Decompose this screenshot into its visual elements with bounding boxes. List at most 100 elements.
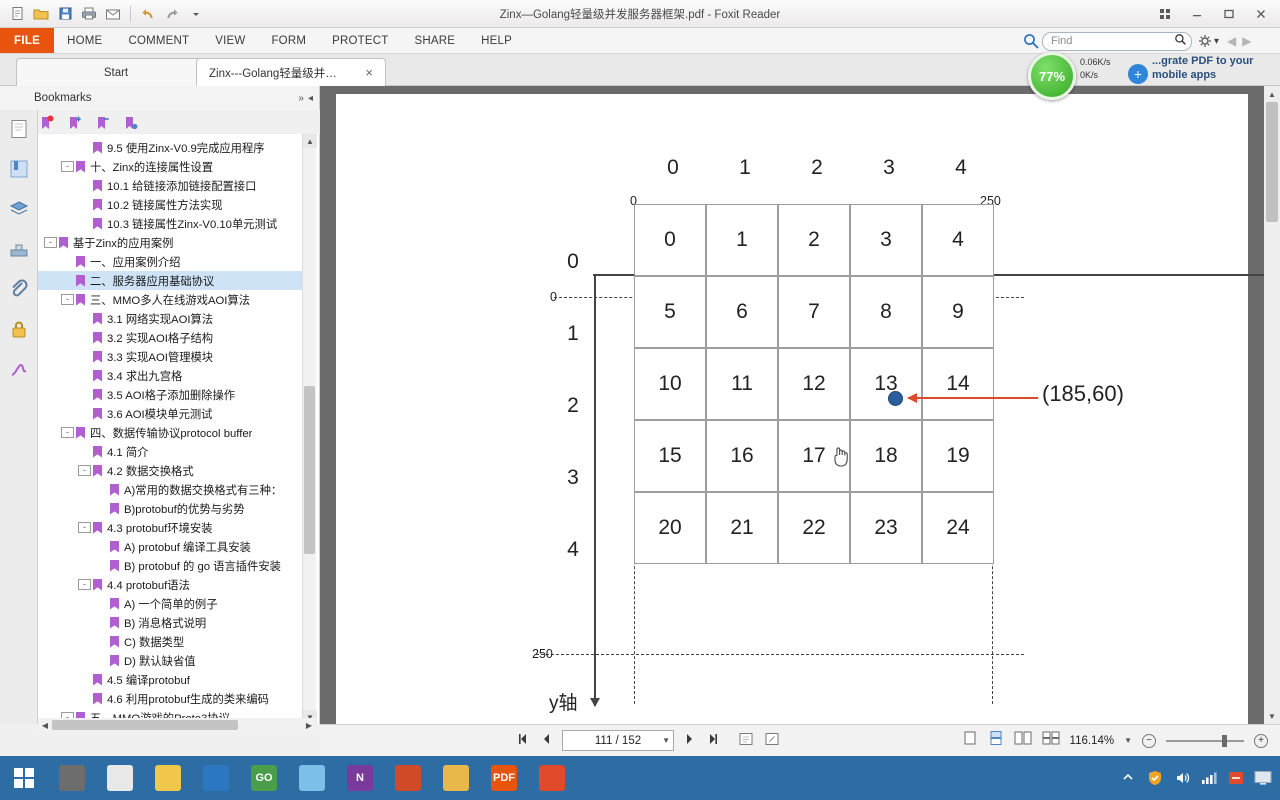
speed-percent-bubble[interactable]: 77% — [1028, 52, 1076, 100]
bookmark-item[interactable]: 3.6 AOI模块单元测试 — [38, 404, 304, 423]
magnifier-icon[interactable] — [1020, 30, 1042, 52]
bookmark-item[interactable]: A) 一个简单的例子 — [38, 594, 304, 613]
scroll-right-icon[interactable]: ▶ — [302, 718, 316, 732]
taskbar-item-explorer[interactable] — [144, 756, 192, 800]
minimize-button[interactable] — [1182, 3, 1212, 25]
collapse-toggle-icon[interactable]: - — [78, 465, 91, 476]
print-icon[interactable] — [78, 3, 100, 25]
zoom-slider[interactable] — [1166, 734, 1244, 748]
bookmark-item[interactable]: 3.3 实现AOI管理模块 — [38, 347, 304, 366]
document-viewport[interactable]: x轴 y轴 0 250 0 250 0 1 2 3 4 0 1 — [320, 86, 1264, 724]
chevron-right-icon[interactable]: ▶ — [1242, 34, 1251, 48]
prev-page-icon[interactable] — [540, 733, 552, 748]
taskbar-item-vscode[interactable] — [192, 756, 240, 800]
close-button[interactable] — [1246, 3, 1276, 25]
two-page-icon[interactable] — [1014, 731, 1032, 750]
taskbar-item-foxit[interactable]: PDF — [480, 756, 528, 800]
show-hidden-icon[interactable] — [1119, 769, 1137, 787]
collapse-toggle-icon[interactable]: - — [44, 237, 57, 248]
slider-knob[interactable] — [1222, 734, 1227, 747]
bookmark-item[interactable]: 3.1 网络实现AOI算法 — [38, 309, 304, 328]
collapse-toggle-icon[interactable]: - — [78, 579, 91, 590]
last-page-icon[interactable] — [706, 733, 720, 748]
rotate-icon[interactable] — [764, 732, 780, 749]
monitor-icon[interactable] — [1254, 769, 1272, 787]
tab-document[interactable]: Zinx---Golang轻量级并… × — [196, 58, 386, 86]
shield-icon[interactable] — [1146, 769, 1164, 787]
bookmark-item[interactable]: 9.5 使用Zinx-V0.9完成应用程序 — [38, 138, 304, 157]
single-page-icon[interactable] — [962, 731, 978, 750]
security-lock-icon[interactable] — [6, 316, 32, 342]
next-bookmark-icon[interactable] — [94, 115, 110, 131]
undo-icon[interactable] — [137, 3, 159, 25]
bookmark-item[interactable]: A)常用的数据交换格式有三种： — [38, 480, 304, 499]
bookmark-item[interactable]: D) 默认缺省值 — [38, 651, 304, 670]
bookmark-item[interactable]: - 4.2 数据交换格式 — [38, 461, 304, 480]
open-folder-icon[interactable] — [30, 3, 52, 25]
first-page-icon[interactable] — [516, 733, 530, 748]
bookmark-item[interactable]: 3.5 AOI格子添加删除操作 — [38, 385, 304, 404]
taskbar-item-search[interactable] — [48, 756, 96, 800]
taskbar-item-chrome[interactable] — [96, 756, 144, 800]
menu-form[interactable]: FORM — [258, 28, 319, 53]
scrollbar-thumb[interactable] — [1266, 102, 1278, 222]
network-icon[interactable] — [1200, 769, 1218, 787]
bookmark-item[interactable]: 10.1 给链接添加链接配置接口 — [38, 176, 304, 195]
save-icon[interactable] — [54, 3, 76, 25]
bookmark-item[interactable]: B) 消息格式说明 — [38, 613, 304, 632]
tab-start[interactable]: Start — [16, 58, 216, 86]
taskbar-item-xmind[interactable] — [528, 756, 576, 800]
find-input[interactable]: Find — [1042, 31, 1192, 51]
chevron-left-icon[interactable]: ◀ — [1227, 34, 1236, 48]
windows-start-icon[interactable] — [0, 756, 48, 800]
bookmark-item[interactable]: - 四、数据传输协议protocol buffer — [38, 423, 304, 442]
chevron-left-icon[interactable]: ◂ — [308, 93, 313, 104]
bookmark-item[interactable]: B)protobuf的优势与劣势 — [38, 499, 304, 518]
scroll-up-icon[interactable]: ▲ — [303, 134, 317, 148]
stamps-icon[interactable] — [6, 236, 32, 262]
find-search-icon[interactable] — [1174, 33, 1187, 49]
collapse-toggle-icon[interactable]: - — [61, 427, 74, 438]
bookmark-item[interactable]: - 十、Zinx的连接属性设置 — [38, 157, 304, 176]
volume-icon[interactable] — [1173, 769, 1191, 787]
email-icon[interactable] — [102, 3, 124, 25]
zoom-dropdown-icon[interactable]: ▼ — [1124, 736, 1132, 745]
restore-button[interactable] — [1214, 3, 1244, 25]
bookmark-item[interactable]: B) protobuf 的 go 语言插件安装 — [38, 556, 304, 575]
bookmark-item[interactable]: 4.5 编译protobuf — [38, 670, 304, 689]
scrollbar-thumb[interactable] — [304, 386, 315, 554]
bookmark-item[interactable]: 10.3 链接属性Zinx-V0.10单元测试 — [38, 214, 304, 233]
taskbar-item-onenote[interactable]: N — [336, 756, 384, 800]
bookmarks-panel-icon[interactable] — [6, 156, 32, 182]
new-bookmark-icon[interactable] — [38, 115, 54, 131]
expand-widget-button[interactable]: + — [1128, 64, 1148, 84]
collapse-toggle-icon[interactable]: - — [78, 522, 91, 533]
customize-toolbar-icon[interactable] — [185, 3, 207, 25]
ime-icon[interactable] — [1227, 769, 1245, 787]
bookmarks-horizontal-scrollbar[interactable]: ◀ ▶ — [38, 718, 316, 732]
zoom-in-icon[interactable]: + — [1254, 733, 1268, 748]
taskbar-item-folder[interactable] — [432, 756, 480, 800]
taskbar-item-goland[interactable]: GO — [240, 756, 288, 800]
bookmark-options-icon[interactable] — [122, 115, 138, 131]
bookmark-item[interactable]: 4.6 利用protobuf生成的类来编码 — [38, 689, 304, 708]
bookmarks-vertical-scrollbar[interactable]: ▲ ▼ — [302, 134, 317, 724]
bookmark-item[interactable]: 3.4 求出九宫格 — [38, 366, 304, 385]
grid-view-button[interactable] — [1150, 3, 1180, 25]
close-icon[interactable]: × — [365, 65, 373, 80]
collapse-toggle-icon[interactable]: - — [61, 161, 74, 172]
scrollbar-thumb[interactable] — [52, 720, 238, 730]
menu-help[interactable]: HELP — [468, 28, 525, 53]
menu-protect[interactable]: PROTECT — [319, 28, 401, 53]
bookmark-item[interactable]: 10.2 链接属性方法实现 — [38, 195, 304, 214]
previous-bookmark-icon[interactable] — [66, 115, 82, 131]
attachments-icon[interactable] — [6, 276, 32, 302]
menu-view[interactable]: VIEW — [202, 28, 258, 53]
taskbar-item-paint[interactable] — [288, 756, 336, 800]
download-speed-widget[interactable]: ...grate PDF to your mobile apps 0.06K/s… — [1028, 52, 1278, 100]
chevron-down-icon[interactable]: ▼ — [662, 736, 670, 745]
bookmark-item[interactable]: - 4.3 protobuf环境安装 — [38, 518, 304, 537]
menu-home[interactable]: HOME — [54, 28, 115, 53]
menu-comment[interactable]: COMMENT — [115, 28, 202, 53]
collapse-toggle-icon[interactable]: - — [61, 294, 74, 305]
